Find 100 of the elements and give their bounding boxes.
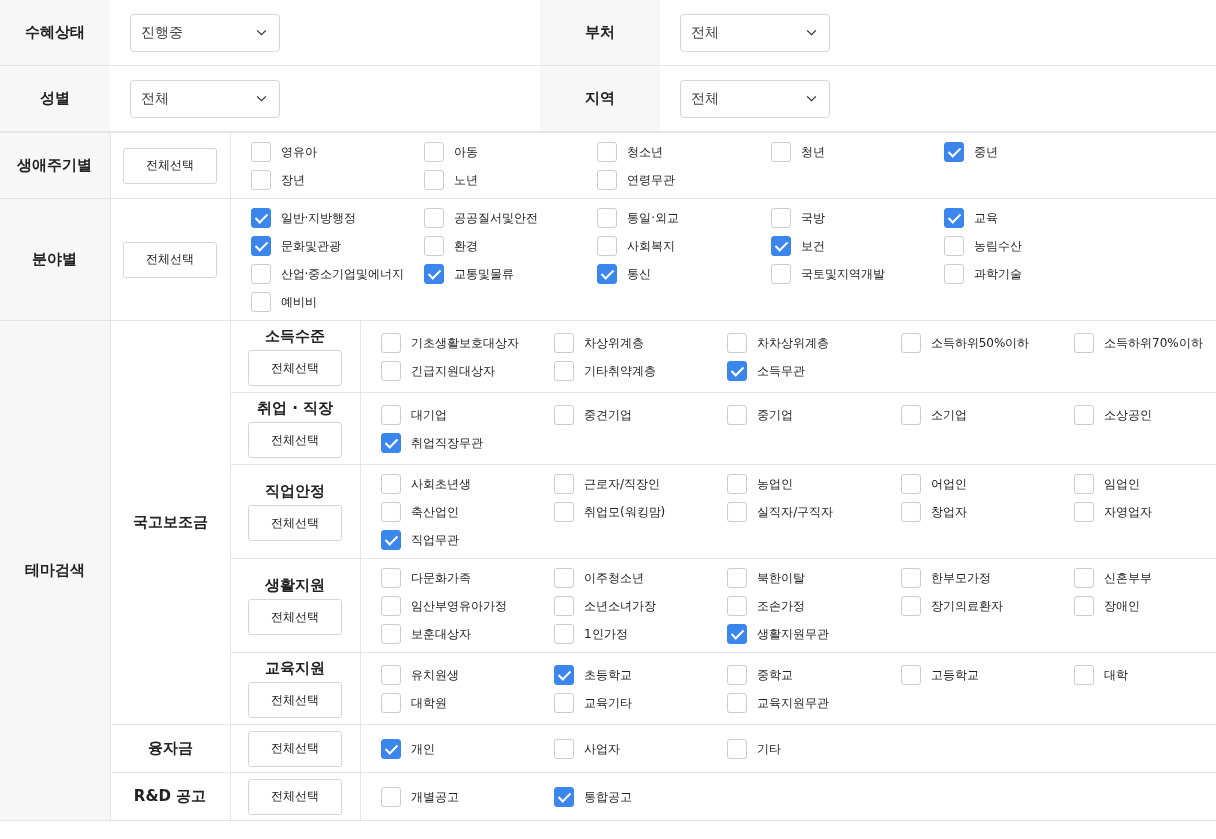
option-label: 기타 [757,740,782,758]
checkbox[interactable] [380,693,401,713]
checkbox[interactable] [250,142,271,162]
checkbox[interactable] [727,568,748,588]
option-label: 자영업자 [1104,503,1153,521]
checkbox[interactable] [380,530,401,550]
select-dropdown[interactable]: 전체 [680,13,830,52]
checkbox[interactable] [423,208,444,228]
checkbox[interactable] [727,665,748,685]
checkbox[interactable] [900,474,921,494]
checkbox[interactable] [553,693,574,713]
checkbox[interactable] [727,405,748,425]
checkbox[interactable] [1074,474,1095,494]
checkbox[interactable] [553,596,574,616]
select-dropdown[interactable]: 진행중 [130,13,280,52]
checkbox[interactable] [380,502,401,522]
checkbox[interactable] [727,361,748,381]
option-label: 연령무관 [627,171,676,189]
field-label: 부처 [540,0,660,65]
checkbox[interactable] [727,739,748,759]
checkbox[interactable] [423,142,444,162]
option-label: 취업직장무관 [410,434,483,452]
option-label: 소년소녀가장 [583,597,656,615]
select-all-button[interactable]: 전체선택 [123,241,217,278]
select-all-button[interactable]: 전체선택 [248,682,342,718]
checkbox[interactable] [553,502,574,522]
checkbox[interactable] [770,208,791,228]
checkbox[interactable] [900,333,921,353]
checkbox[interactable] [553,624,574,644]
checkbox[interactable] [770,236,791,256]
checkbox[interactable] [944,142,965,162]
checkbox[interactable] [250,208,271,228]
checkbox[interactable] [597,208,618,228]
checkbox[interactable] [423,170,444,190]
checkbox[interactable] [597,170,618,190]
checkbox[interactable] [727,474,748,494]
checkbox[interactable] [380,787,401,807]
checkbox[interactable] [770,264,791,284]
option-label: 기타취약계층 [583,362,656,380]
select-dropdown[interactable]: 전체 [680,79,830,118]
select-all-button[interactable]: 전체선택 [248,778,342,815]
checkbox[interactable] [1074,596,1095,616]
checkbox[interactable] [900,665,921,685]
checkbox[interactable] [553,568,574,588]
checkbox[interactable] [944,208,965,228]
checkbox[interactable] [380,665,401,685]
checkbox[interactable] [380,568,401,588]
option-label: 보훈대상자 [410,625,471,643]
option-label: 국방 [800,209,825,227]
option-label: 과학기술 [974,265,1023,283]
checkbox[interactable] [1074,568,1095,588]
checkbox[interactable] [727,502,748,522]
checkbox[interactable] [727,624,748,644]
checkbox[interactable] [380,739,401,759]
checkbox[interactable] [250,264,271,284]
checkbox[interactable] [1074,405,1095,425]
select-all-button[interactable]: 전체선택 [248,422,342,458]
checkbox[interactable] [597,236,618,256]
checkbox[interactable] [423,236,444,256]
checkbox[interactable] [900,596,921,616]
checkbox[interactable] [944,236,965,256]
checkbox[interactable] [553,474,574,494]
checkbox[interactable] [250,292,271,312]
checkbox[interactable] [770,142,791,162]
checkbox[interactable] [553,333,574,353]
select-all-button[interactable]: 전체선택 [248,599,342,635]
checkbox[interactable] [727,596,748,616]
checkbox[interactable] [900,568,921,588]
checkbox[interactable] [553,361,574,381]
select-all-button[interactable]: 전체선택 [248,730,342,767]
checkbox[interactable] [423,264,444,284]
checkbox[interactable] [553,739,574,759]
checkbox[interactable] [380,333,401,353]
checkbox[interactable] [1074,502,1095,522]
select-all-button[interactable]: 전체선택 [248,505,342,541]
checkbox[interactable] [380,405,401,425]
subgroup-label: 교육지원 [265,659,325,678]
select-dropdown[interactable]: 전체 [130,79,280,118]
checkbox[interactable] [597,142,618,162]
checkbox[interactable] [944,264,965,284]
checkbox[interactable] [1074,665,1095,685]
checkbox[interactable] [597,264,618,284]
checkbox[interactable] [380,624,401,644]
checkbox[interactable] [250,236,271,256]
select-all-button[interactable]: 전체선택 [248,350,342,386]
checkbox[interactable] [380,596,401,616]
checkbox[interactable] [553,665,574,685]
select-all-button[interactable]: 전체선택 [123,147,217,184]
checkbox[interactable] [727,333,748,353]
option-label: 창업자 [930,503,967,521]
checkbox[interactable] [553,787,574,807]
checkbox[interactable] [900,502,921,522]
checkbox[interactable] [380,433,401,453]
checkbox[interactable] [1074,333,1095,353]
checkbox[interactable] [250,170,271,190]
checkbox[interactable] [553,405,574,425]
checkbox[interactable] [380,361,401,381]
checkbox[interactable] [727,693,748,713]
checkbox[interactable] [900,405,921,425]
checkbox[interactable] [380,474,401,494]
